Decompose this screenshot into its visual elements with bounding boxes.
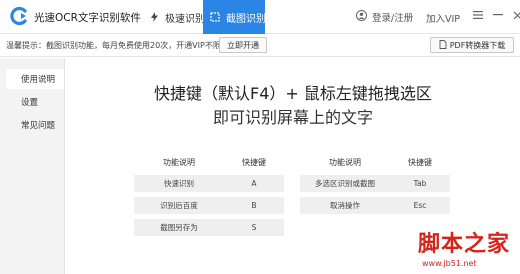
shortcut-headline: 快捷键（默认F4）+ 鼠标左键拖拽选区 (154, 84, 432, 103)
site-watermark: 脚本之家 www.jb51.net (418, 226, 518, 272)
tab-screenshot-label: 截图识别 (226, 13, 266, 25)
row-desc: 取消操作 (330, 201, 360, 210)
watermark-url: www.jb51.net (422, 259, 477, 268)
row-key: B (251, 201, 257, 210)
row-key: A (251, 179, 257, 188)
row-desc: 识别后百度 (160, 201, 198, 210)
row-desc: 快速识别 (164, 179, 194, 188)
window-controls (472, 8, 520, 22)
table-header: 功能说明 快捷键 (300, 154, 450, 170)
sidebar: 使用说明 设置 常见问题 (0, 58, 65, 274)
table-row: 多选区识别或截图 Tab (300, 175, 450, 192)
row-desc: 多选区识别或截图 (315, 179, 375, 188)
lightning-icon (150, 12, 159, 22)
screenshot-icon (210, 12, 220, 22)
sidebar-item-label: 设置 (21, 98, 39, 108)
table-row: 取消操作 Esc (300, 197, 450, 214)
shortcut-subline: 即可识别屏幕上的文字 (212, 108, 373, 127)
notice-text: 温馨提示：截图识别功能，每月免费使用20次，开通VIP不限次数 (6, 41, 237, 50)
table-header: 功能说明 快捷键 (134, 154, 284, 170)
column-header-desc: 功能说明 (163, 157, 195, 167)
pdf-download-button[interactable]: PDF转换器下载 (430, 37, 514, 53)
tab-screenshot-recognize[interactable]: 截图识别 (203, 0, 266, 34)
tab-quick-label: 极速识别 (165, 13, 205, 25)
shortcut-table-left: 功能说明 快捷键 快速识别 A 识别后百度 B 截图另存为 S (134, 154, 284, 236)
sidebar-item-faq[interactable]: 常见问题 (6, 115, 64, 135)
close-icon[interactable] (512, 8, 520, 22)
watermark-title: 脚本之家 (418, 231, 511, 257)
app-title: 光速OCR文字识别软件 (34, 12, 141, 24)
menu-icon[interactable] (472, 8, 483, 22)
pdf-icon (439, 39, 447, 51)
row-desc: 截图另存为 (160, 223, 198, 232)
user-icon (356, 10, 367, 24)
row-key: Tab (413, 179, 427, 188)
sidebar-item-instructions[interactable]: 使用说明 (6, 69, 64, 89)
column-header-key: 快捷键 (408, 157, 432, 167)
join-vip-link[interactable]: 加入VIP (426, 11, 460, 25)
column-header-desc: 功能说明 (329, 157, 361, 167)
sidebar-item-label: 使用说明 (21, 75, 56, 85)
notice-bar: 温馨提示：截图识别功能，每月免费使用20次，开通VIP不限次数 立即开通 PDF… (0, 34, 520, 57)
table-row: 截图另存为 S (134, 219, 284, 236)
table-row: 快速识别 A (134, 175, 284, 192)
table-row: 识别后百度 B (134, 197, 284, 214)
column-header-key: 快捷键 (242, 157, 266, 167)
sidebar-item-settings[interactable]: 设置 (6, 92, 64, 112)
minimize-icon[interactable] (492, 8, 503, 22)
app-logo-icon (10, 7, 27, 25)
shortcut-table-right: 功能说明 快捷键 多选区识别或截图 Tab 取消操作 Esc (300, 154, 450, 214)
row-key: S (251, 223, 257, 232)
tab-quick-recognize[interactable]: 极速识别 (140, 0, 205, 34)
sidebar-item-label: 常见问题 (21, 121, 56, 131)
login-label: 登录/注册 (372, 13, 414, 24)
open-vip-button[interactable]: 立即开通 (219, 37, 267, 53)
login-link[interactable]: 登录/注册 (356, 0, 413, 34)
title-bar: 光速OCR文字识别软件 极速识别 截图识别 登录/注册 加入VIP (0, 0, 520, 34)
pdf-download-label: PDF转换器下载 (449, 40, 506, 50)
row-key: Esc (413, 201, 427, 210)
